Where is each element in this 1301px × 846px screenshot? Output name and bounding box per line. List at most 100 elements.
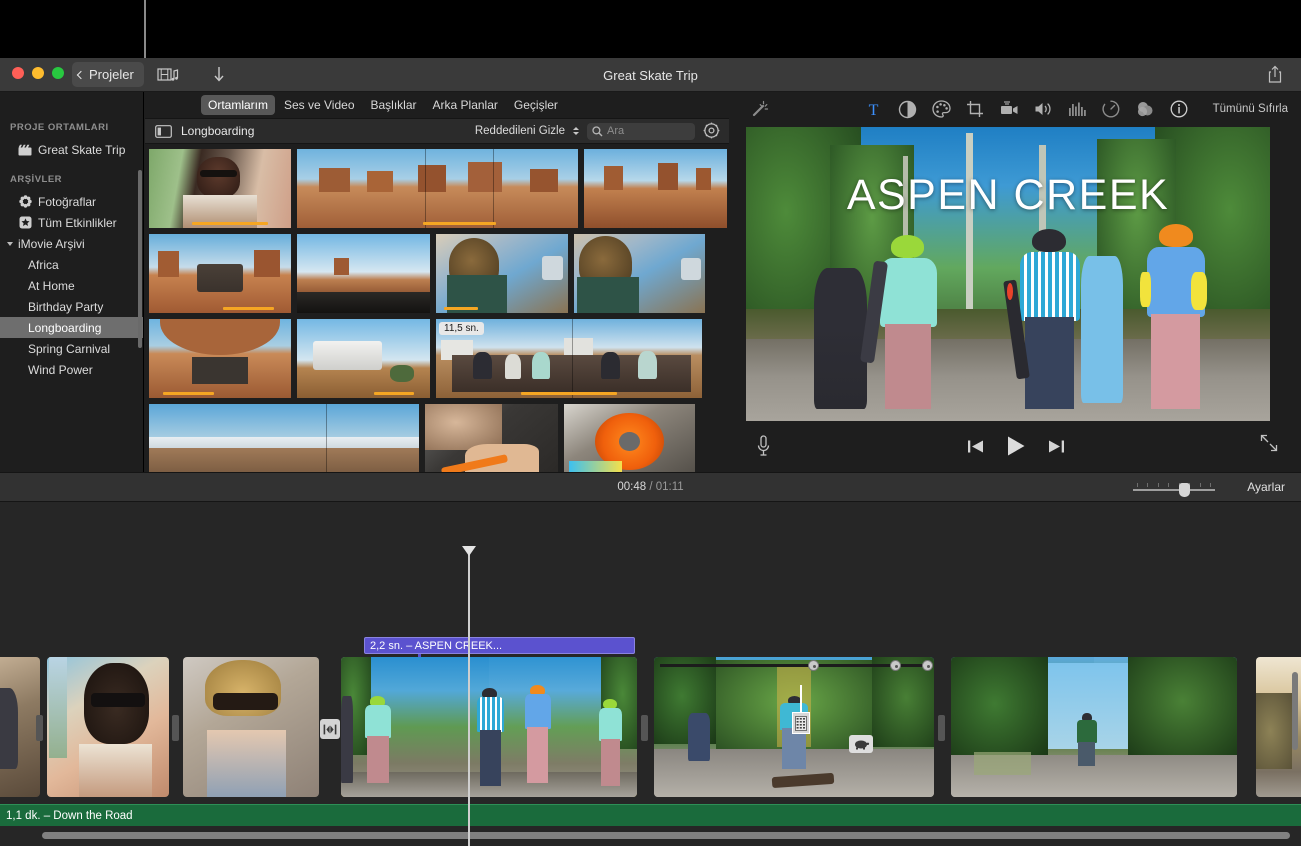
media-thumbnail[interactable]: [149, 319, 291, 398]
sidebar-item-wind-power[interactable]: Wind Power: [0, 359, 143, 380]
timeline-transition-handle[interactable]: [938, 715, 945, 741]
media-thumbnail[interactable]: [297, 319, 430, 398]
sidebar-section-project-media: PROJE ORTAMLARI: [0, 122, 143, 139]
filter-dropdown-label[interactable]: Reddedileni Gizle: [475, 125, 565, 137]
media-thumbnail[interactable]: [425, 404, 558, 472]
sidebar-item-label: Africa: [28, 258, 59, 272]
zoom-knob[interactable]: [1179, 483, 1190, 497]
skip-forward-icon[interactable]: [1048, 439, 1065, 454]
speed-icon[interactable]: [1094, 92, 1128, 126]
timeline-transition-handle[interactable]: [641, 715, 648, 741]
sidebar-item-label: At Home: [28, 279, 75, 293]
timeline-clip[interactable]: [0, 657, 40, 797]
fullscreen-icon[interactable]: [1259, 433, 1281, 455]
screen-root: Projeler Great Skate: [0, 0, 1301, 846]
sidebar-item-label: Spring Carnival: [28, 342, 110, 356]
speed-handle[interactable]: [808, 660, 819, 671]
search-input[interactable]: Ara: [587, 123, 695, 140]
timeline-audio-clip[interactable]: 1,1 dk. – Down the Road: [0, 804, 1301, 826]
viewer-toolbar: T: [730, 92, 1301, 126]
crop-icon[interactable]: [958, 92, 992, 126]
sidebar-item-photos[interactable]: Fotoğraflar: [0, 191, 143, 212]
media-row: [149, 404, 729, 472]
svg-text:T: T: [868, 102, 878, 118]
media-thumbnail[interactable]: [584, 149, 727, 228]
media-browser-tabs: Ortamlarım Ses ve Video Başlıklar Arka P…: [145, 92, 729, 118]
timeline-clip[interactable]: [47, 657, 169, 797]
sidebar-item-birthday-party[interactable]: Birthday Party: [0, 296, 143, 317]
timeline-clip[interactable]: [951, 657, 1237, 797]
color-correction-icon[interactable]: [924, 92, 958, 126]
sidebar-item-longboarding[interactable]: Longboarding: [0, 317, 143, 338]
media-thumbnail[interactable]: [149, 234, 291, 313]
timeline-clip[interactable]: [183, 657, 319, 797]
sidebar-toggle-icon[interactable]: [145, 125, 181, 138]
window-titlebar: Projeler Great Skate: [0, 58, 1301, 92]
media-thumbnail[interactable]: [574, 234, 705, 313]
play-icon[interactable]: [1006, 435, 1026, 457]
sidebar-item-spring-carnival[interactable]: Spring Carnival: [0, 338, 143, 359]
tab-my-media[interactable]: Ortamlarım: [201, 95, 275, 115]
playhead[interactable]: [468, 554, 470, 846]
audio-clip-label: 1,1 dk. – Down the Road: [6, 810, 133, 822]
filters-icon[interactable]: [1128, 92, 1162, 126]
timeline-transition-handle[interactable]: [36, 715, 43, 741]
viewer-canvas[interactable]: ASPEN CREEK: [746, 127, 1270, 421]
media-thumbnail[interactable]: [564, 404, 695, 472]
timeline-transition-icon[interactable]: [320, 719, 340, 739]
timeline-title-clip[interactable]: 2,2 sn. – ASPEN CREEK...: [364, 637, 635, 654]
color-balance-icon[interactable]: [890, 92, 924, 126]
sidebar-item-all-events[interactable]: Tüm Etkinlikler: [0, 212, 143, 233]
tab-transitions[interactable]: Geçişler: [507, 95, 565, 115]
speed-handle[interactable]: [890, 660, 901, 671]
tab-audio-video[interactable]: Ses ve Video: [277, 95, 362, 115]
tab-titles[interactable]: Başlıklar: [364, 95, 424, 115]
stabilization-icon[interactable]: [992, 92, 1026, 126]
timeline-zoom-slider[interactable]: [1133, 483, 1215, 495]
reset-all-button[interactable]: Tümünü Sıfırla: [1213, 103, 1288, 115]
sidebar-group-imovie-library[interactable]: iMovie Arşivi: [0, 233, 143, 254]
sidebar-item-label: Fotoğraflar: [38, 195, 96, 209]
chevron-down-icon[interactable]: [7, 242, 13, 246]
media-thumbnail[interactable]: [436, 234, 568, 313]
sidebar-scrollbar[interactable]: [138, 170, 142, 348]
skip-back-icon[interactable]: [967, 439, 984, 454]
speed-adjustment-bar[interactable]: [660, 664, 928, 667]
sidebar-item-label: Wind Power: [28, 363, 93, 377]
media-thumbnail[interactable]: [149, 404, 419, 472]
chevron-updown-icon[interactable]: [573, 127, 579, 135]
sidebar-item-great-skate-trip[interactable]: Great Skate Trip: [0, 139, 143, 160]
timeline-settings-button[interactable]: Ayarlar: [1247, 480, 1285, 494]
sidebar-item-at-home[interactable]: At Home: [0, 275, 143, 296]
timeline-horizontal-scrollbar[interactable]: [42, 832, 1290, 839]
timeline-clip[interactable]: [654, 657, 934, 797]
volume-icon[interactable]: [1026, 92, 1060, 126]
enhance-icon[interactable]: [742, 92, 776, 126]
playhead-handle[interactable]: [462, 546, 476, 556]
sidebar-item-africa[interactable]: Africa: [0, 254, 143, 275]
media-thumbnail[interactable]: 11,5 sn.: [436, 319, 702, 398]
turtle-icon[interactable]: [849, 735, 873, 753]
transport-controls: [730, 431, 1301, 461]
gear-icon[interactable]: [703, 122, 721, 140]
media-thumbnail-grid: 11,5 sn.: [145, 145, 729, 472]
sidebar-item-label: Longboarding: [28, 321, 101, 335]
media-row: [149, 149, 729, 228]
top-panes: PROJE ORTAMLARI Great Skate Trip ARŞİVLE…: [0, 92, 1301, 472]
filter-marker-icon[interactable]: [792, 712, 810, 734]
timeline: 2,2 sn. – ASPEN CREEK...: [0, 502, 1301, 846]
timeline-vertical-scrollbar[interactable]: [1292, 672, 1298, 750]
speed-handle[interactable]: [922, 660, 933, 671]
media-thumbnail[interactable]: [297, 234, 430, 313]
tab-backgrounds[interactable]: Arka Planlar: [426, 95, 505, 115]
sidebar-item-label: Birthday Party: [28, 300, 103, 314]
sidebar: PROJE ORTAMLARI Great Skate Trip ARŞİVLE…: [0, 92, 144, 472]
media-thumbnail[interactable]: [297, 149, 578, 228]
title-text-icon[interactable]: T: [856, 92, 890, 126]
timeline-transition-handle[interactable]: [172, 715, 179, 741]
media-thumbnail[interactable]: [149, 149, 291, 228]
share-icon[interactable]: [1267, 65, 1285, 85]
equalizer-icon[interactable]: [1060, 92, 1094, 126]
timeline-clip-selected[interactable]: [341, 657, 637, 797]
info-icon[interactable]: [1162, 92, 1196, 126]
